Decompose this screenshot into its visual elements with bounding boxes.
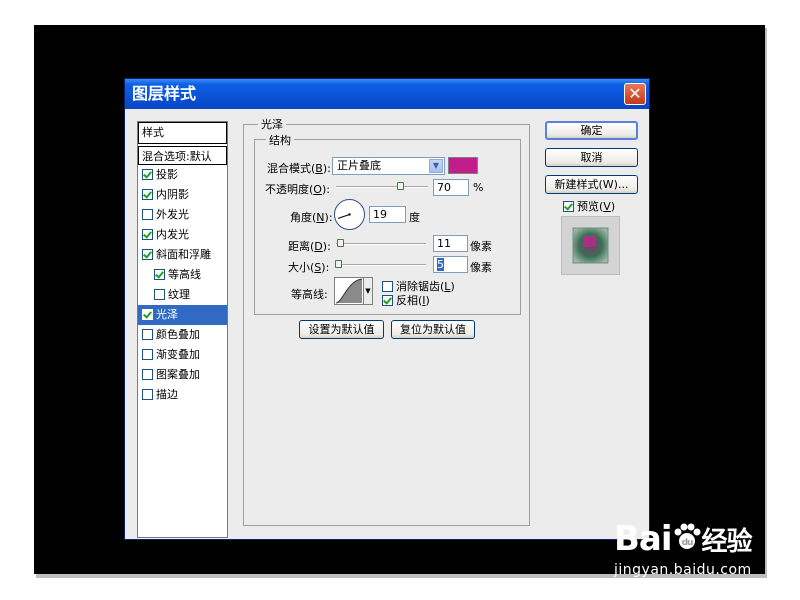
style-item[interactable]: 渐变叠加 bbox=[138, 345, 227, 365]
style-item-label: 渐变叠加 bbox=[156, 348, 200, 361]
angle-unit: 度 bbox=[409, 211, 420, 224]
style-item[interactable]: 外发光 bbox=[138, 205, 227, 225]
dialog-title: 图层样式 bbox=[132, 84, 197, 103]
style-item[interactable]: 斜面和浮雕 bbox=[138, 245, 227, 265]
opacity-input[interactable]: 70 bbox=[433, 179, 469, 196]
preview-option[interactable]: 预览(V) bbox=[563, 198, 615, 214]
style-item[interactable]: 描边 bbox=[138, 385, 227, 405]
watermark-url: jingyan.baidu.com bbox=[614, 562, 752, 578]
style-item-label: 光泽 bbox=[156, 308, 178, 321]
style-item-checkbox[interactable] bbox=[142, 388, 153, 400]
paw-icon: du bbox=[674, 523, 701, 549]
style-item-label: 颜色叠加 bbox=[156, 328, 200, 341]
style-item-label: 图案叠加 bbox=[156, 368, 200, 381]
style-item-checkbox[interactable] bbox=[142, 348, 153, 360]
watermark-brand: Bai du 经验 bbox=[614, 519, 753, 559]
preview-checkbox[interactable] bbox=[563, 200, 574, 212]
contour-curve-icon bbox=[335, 278, 363, 304]
contour-dropdown[interactable]: ▼ bbox=[364, 277, 373, 305]
invert-checkbox[interactable] bbox=[382, 294, 393, 306]
opacity-slider-handle[interactable] bbox=[397, 182, 405, 190]
style-item-checkbox[interactable] bbox=[142, 308, 153, 320]
style-item[interactable]: 等高线 bbox=[138, 265, 227, 285]
distance-slider-handle[interactable] bbox=[336, 239, 344, 247]
style-preview-thumbnail bbox=[561, 216, 620, 275]
styles-list: 样式 混合选项:默认 投影内阴影外发光内发光斜面和浮雕等高线纹理光泽颜色叠加渐变… bbox=[137, 121, 228, 538]
blending-options-item[interactable]: 混合选项:默认 bbox=[138, 146, 227, 165]
size-slider-track[interactable] bbox=[336, 264, 426, 266]
invert-option[interactable]: 反相(I) bbox=[382, 292, 430, 308]
style-item[interactable]: 内发光 bbox=[138, 225, 227, 245]
chevron-down-icon: ▼ bbox=[365, 287, 371, 295]
distance-unit: 像素 bbox=[470, 240, 492, 253]
satin-color-swatch[interactable] bbox=[448, 157, 478, 174]
style-item-checkbox[interactable] bbox=[142, 368, 153, 380]
make-default-button[interactable]: 设置为默认值 bbox=[299, 320, 384, 339]
distance-input[interactable]: 11 bbox=[433, 235, 468, 252]
size-input-value: 5 bbox=[437, 258, 444, 271]
style-item-checkbox[interactable] bbox=[142, 328, 153, 340]
ok-button[interactable]: 确定 bbox=[545, 121, 638, 140]
style-item[interactable]: 投影 bbox=[138, 165, 227, 185]
cancel-button[interactable]: 取消 bbox=[545, 148, 638, 167]
chevron-down-icon: ▼ bbox=[429, 159, 443, 173]
anti-aliased-checkbox[interactable] bbox=[382, 280, 393, 292]
style-items: 投影内阴影外发光内发光斜面和浮雕等高线纹理光泽颜色叠加渐变叠加图案叠加描边 bbox=[138, 165, 227, 405]
opacity-unit: % bbox=[473, 181, 484, 194]
style-item[interactable]: 内阴影 bbox=[138, 185, 227, 205]
style-item-label: 纹理 bbox=[168, 288, 190, 301]
svg-text:du: du bbox=[681, 538, 692, 548]
size-slider-handle[interactable] bbox=[334, 260, 342, 268]
contour-picker[interactable] bbox=[334, 277, 364, 305]
styles-header[interactable]: 样式 bbox=[138, 122, 227, 144]
style-item-label: 斜面和浮雕 bbox=[156, 248, 211, 261]
style-item-checkbox[interactable] bbox=[142, 188, 153, 200]
size-input[interactable]: 5 bbox=[433, 256, 468, 273]
distance-label: 距离(D): bbox=[288, 240, 331, 253]
reset-to-default-button[interactable]: 复位为默认值 bbox=[391, 320, 475, 339]
satin-group-title: 光泽 bbox=[258, 116, 286, 132]
angle-dial[interactable] bbox=[334, 199, 365, 230]
angle-input[interactable]: 19 bbox=[369, 206, 406, 223]
angle-label: 角度(N): bbox=[290, 211, 333, 224]
style-item-checkbox[interactable] bbox=[154, 288, 165, 300]
blend-mode-value: 正片叠底 bbox=[337, 159, 381, 172]
style-item[interactable]: 颜色叠加 bbox=[138, 325, 227, 345]
distance-slider-track[interactable] bbox=[336, 243, 426, 245]
style-item-label: 内发光 bbox=[156, 228, 189, 241]
size-unit: 像素 bbox=[470, 261, 492, 274]
style-item-label: 描边 bbox=[156, 388, 178, 401]
style-item-checkbox[interactable] bbox=[142, 248, 153, 260]
style-item-checkbox[interactable] bbox=[142, 208, 153, 220]
style-item-checkbox[interactable] bbox=[142, 228, 153, 240]
style-item[interactable]: 图案叠加 bbox=[138, 365, 227, 385]
style-item-label: 内阴影 bbox=[156, 188, 189, 201]
style-item-label: 投影 bbox=[156, 168, 178, 181]
style-item[interactable]: 光泽 bbox=[138, 305, 227, 325]
size-label: 大小(S): bbox=[288, 261, 330, 274]
style-item-label: 等高线 bbox=[168, 268, 201, 281]
blend-mode-select[interactable]: 正片叠底 ▼ bbox=[332, 157, 445, 175]
contour-label: 等高线: bbox=[291, 288, 328, 301]
opacity-label: 不透明度(O): bbox=[265, 183, 330, 196]
structure-group-title: 结构 bbox=[266, 132, 294, 148]
opacity-slider-track[interactable] bbox=[336, 186, 428, 188]
style-item-checkbox[interactable] bbox=[154, 268, 165, 280]
style-item-label: 外发光 bbox=[156, 208, 189, 221]
dialog-body: 样式 混合选项:默认 投影 内阴影 外发光 内发光 斜面和浮雕 等高线 纹理 光泽 颜色叠加 渐变… bbox=[128, 109, 646, 538]
dialog-titlebar[interactable]: 图层样式 ✕ bbox=[125, 79, 649, 109]
style-item-checkbox[interactable] bbox=[142, 168, 153, 180]
layer-style-dialog: 图层样式 ✕ 样式 混合选项:默认 投影 内阴影 外发光 内发光 斜面和浮雕 等高线 纹理光… bbox=[124, 78, 650, 540]
blend-mode-label: 混合模式(B): bbox=[267, 162, 331, 175]
close-icon: ✕ bbox=[628, 84, 642, 103]
style-item[interactable]: 纹理 bbox=[138, 285, 227, 305]
new-style-button[interactable]: 新建样式(W)... bbox=[545, 175, 638, 194]
close-button[interactable]: ✕ bbox=[624, 83, 646, 105]
